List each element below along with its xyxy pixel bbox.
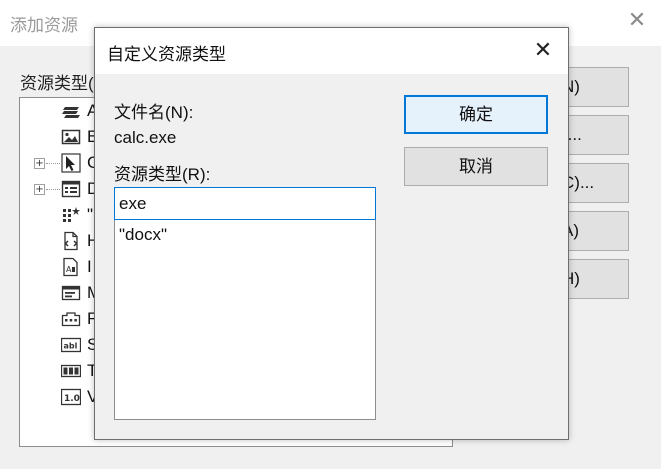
tree-connector	[46, 163, 60, 164]
add-resource-close-icon[interactable]: ✕	[626, 10, 648, 32]
resource-type-label: 资源类型(R):	[114, 165, 211, 184]
dialog-titlebar: 自定义资源类型 ✕	[95, 28, 568, 74]
dialog-icon	[61, 179, 81, 199]
dialog-title: 自定义资源类型	[107, 45, 226, 64]
ok-button-label: 确定	[459, 105, 493, 124]
resource-type-option[interactable]: "docx"	[119, 225, 167, 245]
version-icon: 1.0	[60, 387, 82, 407]
dialog-close-icon[interactable]: ✕	[531, 39, 555, 63]
menu-icon	[61, 283, 81, 303]
file-name-value: calc.exe	[114, 128, 177, 147]
svg-text:1.0: 1.0	[64, 394, 80, 404]
html-icon	[61, 231, 81, 251]
icon-resource-icon: A	[61, 257, 81, 277]
svg-text:A: A	[66, 265, 72, 274]
custom-resource-type-dialog: 自定义资源类型 ✕ 文件名(N): calc.exe 资源类型(R): "doc…	[94, 27, 569, 440]
resource-type-tree-label: 资源类型(	[20, 74, 94, 93]
bitmap-icon	[61, 127, 81, 147]
ok-button[interactable]: 确定	[404, 95, 548, 134]
expand-icon[interactable]: +	[34, 184, 45, 195]
cancel-button[interactable]: 取消	[404, 147, 548, 186]
toolbar-icon	[60, 361, 82, 381]
string-table-icon: abl	[60, 335, 82, 355]
resource-type-input[interactable]	[114, 187, 376, 220]
accelerator-icon	[61, 101, 81, 121]
add-resource-title: 添加资源	[10, 16, 78, 35]
cursor-icon	[61, 153, 81, 173]
resource-type-list[interactable]: "docx"	[114, 220, 376, 420]
cancel-button-label: 取消	[459, 157, 493, 176]
ribbon-icon	[61, 309, 81, 329]
expand-icon[interactable]: +	[34, 158, 45, 169]
tree-item-label: "	[87, 205, 94, 224]
custom-resource-icon	[61, 205, 81, 225]
file-name-label: 文件名(N):	[114, 103, 194, 122]
svg-text:abl: abl	[64, 342, 78, 351]
tree-item-label: I	[87, 257, 92, 276]
tree-connector	[46, 189, 60, 190]
